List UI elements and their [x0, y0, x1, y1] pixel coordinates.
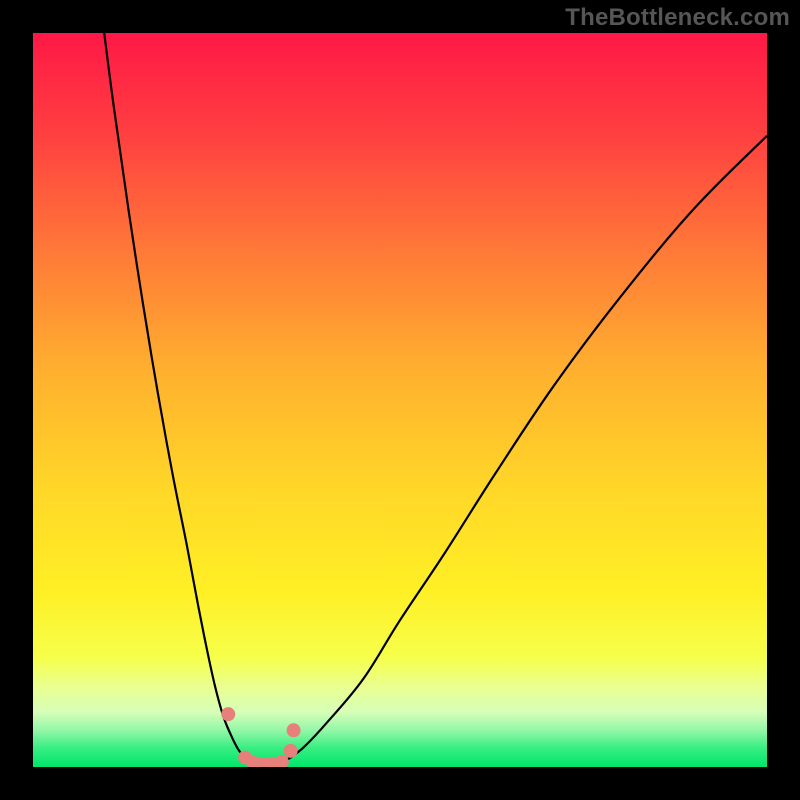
scatter-dot [284, 744, 298, 758]
chart-plot-area [33, 33, 767, 767]
chart-svg [33, 33, 767, 767]
scatter-dot [287, 723, 301, 737]
scatter-dot [221, 707, 235, 721]
watermark-label: TheBottleneck.com [565, 4, 790, 32]
gradient-background [33, 33, 767, 767]
chart-frame: TheBottleneck.com [0, 0, 800, 800]
